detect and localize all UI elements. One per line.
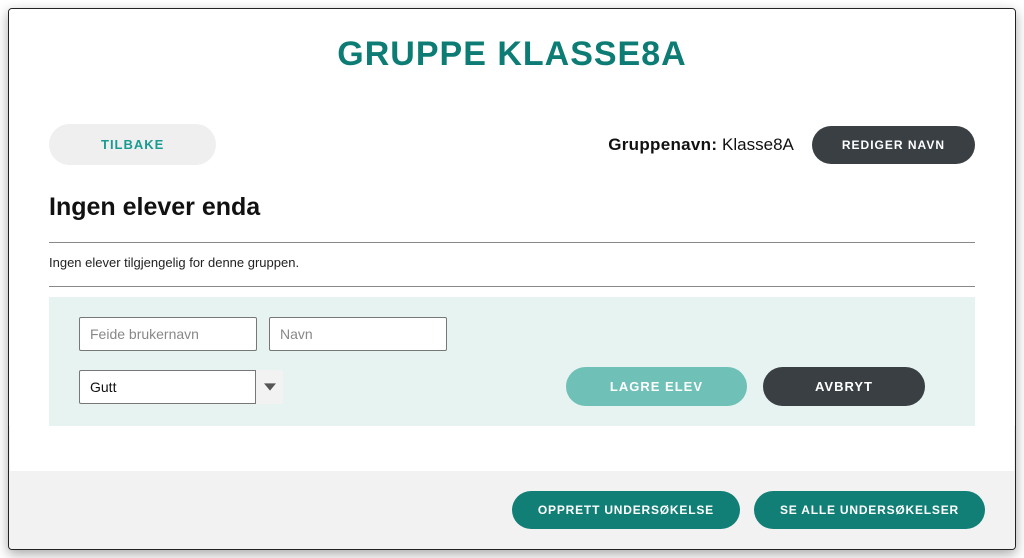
top-controls-row: TILBAKE Gruppenavn: Klasse8A REDIGER NAV…: [49, 124, 975, 165]
group-name-value: Klasse8A: [722, 135, 794, 154]
empty-students-message: Ingen elever tilgjengelig for denne grup…: [49, 243, 975, 286]
cancel-button[interactable]: AVBRYT: [763, 367, 925, 406]
create-survey-button[interactable]: OPPRETT UNDERSØKELSE: [512, 491, 740, 529]
student-name-input[interactable]: [269, 317, 447, 351]
form-row-actions: LAGRE ELEV AVBRYT: [79, 367, 945, 406]
back-button[interactable]: TILBAKE: [49, 124, 216, 165]
save-student-button[interactable]: LAGRE ELEV: [566, 367, 747, 406]
page-title: GRUPPE KLASSE8A: [49, 35, 975, 74]
gender-select-wrap: [79, 370, 283, 404]
group-window: GRUPPE KLASSE8A TILBAKE Gruppenavn: Klas…: [8, 8, 1016, 550]
form-row-inputs: [79, 317, 945, 351]
main-content: GRUPPE KLASSE8A TILBAKE Gruppenavn: Klas…: [9, 9, 1015, 426]
form-buttons: LAGRE ELEV AVBRYT: [566, 367, 945, 406]
group-name-label: Gruppenavn:: [608, 135, 717, 154]
gender-select[interactable]: [79, 370, 283, 404]
divider: [49, 286, 975, 287]
students-heading: Ingen elever enda: [49, 193, 975, 222]
group-name-display: Gruppenavn: Klasse8A: [608, 135, 794, 155]
group-name-cluster: Gruppenavn: Klasse8A REDIGER NAVN: [608, 126, 975, 164]
view-all-surveys-button[interactable]: SE ALLE UNDERSØKELSER: [754, 491, 985, 529]
feide-username-input[interactable]: [79, 317, 257, 351]
add-student-panel: LAGRE ELEV AVBRYT: [49, 297, 975, 426]
footer-actions: OPPRETT UNDERSØKELSE SE ALLE UNDERSØKELS…: [9, 471, 1015, 549]
edit-name-button[interactable]: REDIGER NAVN: [812, 126, 975, 164]
